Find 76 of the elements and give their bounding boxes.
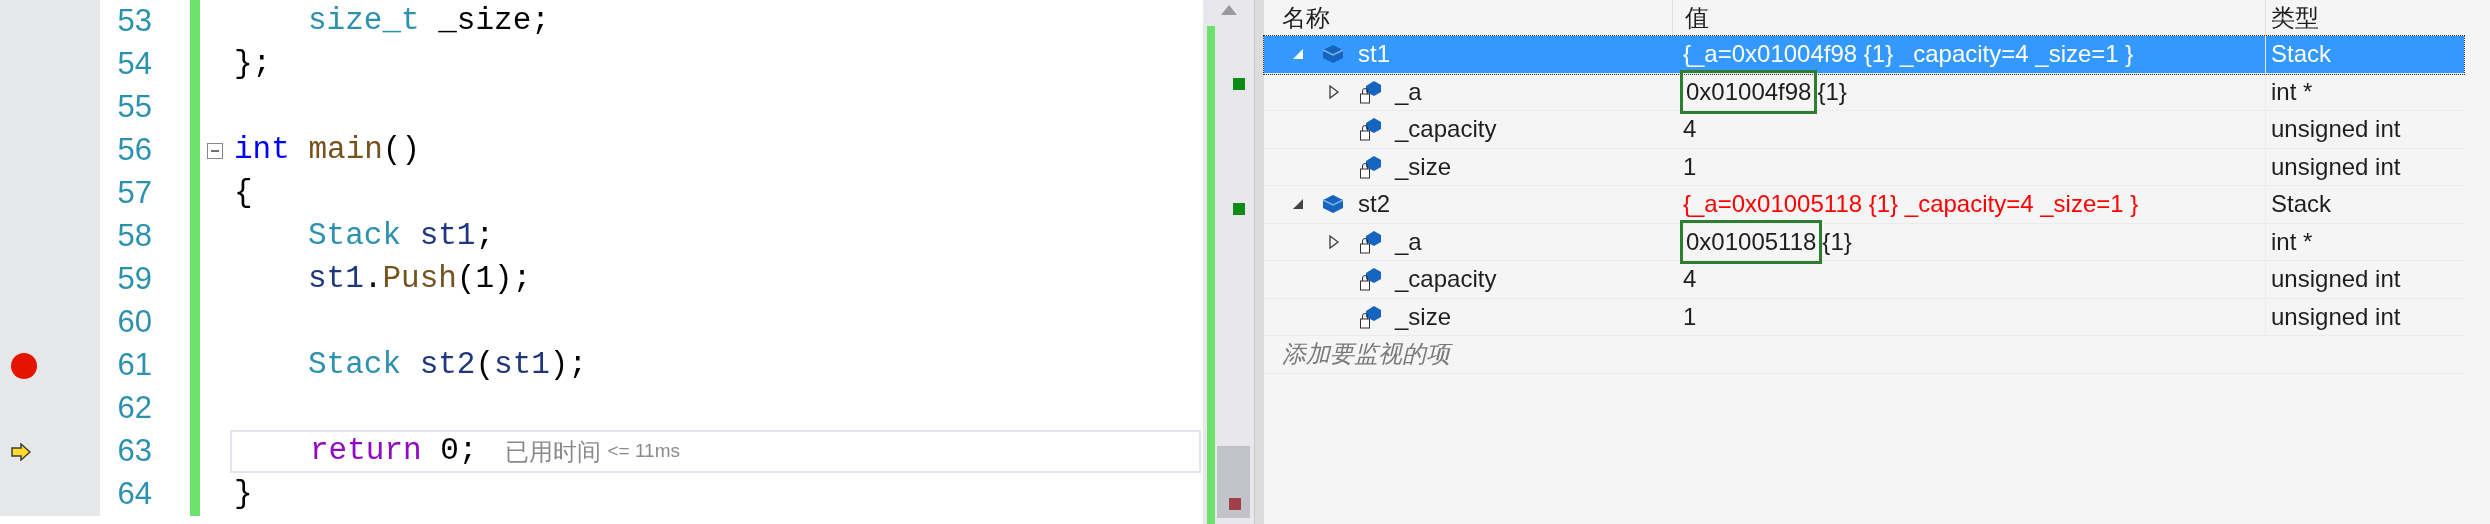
- variable-value: 1: [1682, 301, 1698, 332]
- variable-name: st1: [1358, 39, 1390, 70]
- variable-value: {_a=0x01004f98 {1} _capacity=4 _size=1 }: [1682, 39, 2135, 70]
- locked-field-icon: [1359, 79, 1381, 104]
- hint-label: 已用时间: [505, 436, 602, 467]
- collapse-icon[interactable]: [207, 142, 223, 159]
- cube-icon: [1322, 44, 1344, 65]
- locked-field-icon: [1359, 229, 1381, 254]
- code-text: Stack st1;: [307, 217, 495, 256]
- variable-value: 1: [1682, 151, 1698, 182]
- code-text: };: [234, 45, 272, 84]
- watch-row[interactable]: _capacity 4 unsigned int: [1264, 261, 2464, 299]
- expanded-icon[interactable]: [1292, 198, 1304, 211]
- breakpoint-icon[interactable]: [10, 351, 38, 380]
- change-bar: [190, 473, 200, 516]
- watch-row[interactable]: _size 1 unsigned int: [1264, 298, 2464, 336]
- code-text: Stack st2(st1);: [307, 346, 588, 385]
- variable-name: _capacity: [1395, 264, 1497, 295]
- locked-field-icon: [1359, 304, 1381, 329]
- watch-row[interactable]: st2 {_a=0x01005118 {1} _capacity=4 _size=1 } Stack: [1264, 186, 2464, 224]
- cube-icon: [1322, 194, 1344, 215]
- variable-name: _capacity: [1395, 114, 1497, 145]
- type-cell: unsigned int: [2265, 298, 2464, 335]
- line-number: 64: [116, 475, 153, 514]
- collapsed-icon[interactable]: [1329, 234, 1339, 249]
- code-text: {: [234, 174, 253, 213]
- change-marker: [1233, 78, 1245, 90]
- code-text: int main(): [234, 131, 421, 170]
- line-number: 58: [116, 217, 153, 256]
- code-text: size_t _size;: [307, 2, 550, 41]
- variable-value: {_a=0x01005118 {1} _capacity=4 _size=1 }: [1682, 189, 2140, 220]
- elapsed-time: <= 11ms: [607, 439, 680, 464]
- line-number: 56: [116, 131, 153, 170]
- locked-field-icon: [1359, 154, 1381, 179]
- value-detail: {1}: [1817, 76, 1847, 107]
- code-text: st1.Push(1);: [307, 260, 532, 299]
- variable-name: _size: [1395, 301, 1452, 332]
- line-number: 59: [116, 260, 153, 299]
- line-number: 54: [116, 45, 153, 84]
- code-text: }: [234, 475, 253, 514]
- locked-field-icon: [1359, 117, 1381, 142]
- watch-row[interactable]: _size 1 unsigned int: [1264, 148, 2464, 186]
- variable-value: 4: [1682, 264, 1698, 295]
- value-detail: {1}: [1822, 226, 1852, 257]
- position-marker: [1229, 498, 1241, 510]
- variable-name: _a: [1395, 226, 1422, 257]
- watch-row[interactable]: _capacity 4 unsigned int: [1264, 111, 2464, 149]
- column-header[interactable]: 名称: [1264, 0, 1672, 36]
- line-number: 63: [116, 432, 153, 471]
- line-number: 62: [116, 389, 153, 428]
- line-number: 55: [116, 88, 153, 127]
- line-number: 53: [116, 2, 153, 41]
- scroll-up-icon[interactable]: [1219, 4, 1238, 16]
- variable-name: _a: [1395, 76, 1422, 107]
- type-cell: int *: [2265, 73, 2464, 110]
- type-cell: Stack: [2265, 186, 2464, 223]
- variable-value: 4: [1682, 114, 1698, 145]
- type-cell: int *: [2265, 223, 2464, 260]
- variable-name: st2: [1358, 189, 1390, 220]
- variable-name: _size: [1395, 151, 1452, 182]
- type-cell: unsigned int: [2265, 261, 2464, 298]
- change-marker: [1233, 203, 1245, 215]
- type-cell: unsigned int: [2265, 111, 2464, 148]
- collapsed-icon[interactable]: [1329, 84, 1339, 99]
- variable-value: 0x01005118: [1680, 219, 1823, 264]
- change-bar: [190, 0, 200, 43]
- variable-value: 0x01004f98: [1680, 69, 1818, 114]
- watch-row[interactable]: _a 0x01005118 {1} int *: [1264, 223, 2464, 261]
- code-text: return 0;: [309, 432, 478, 471]
- line-number: 60: [116, 303, 153, 342]
- line-number: 57: [116, 174, 153, 213]
- line-number: 61: [116, 346, 153, 385]
- locked-field-icon: [1359, 267, 1381, 292]
- type-cell: unsigned int: [2265, 148, 2464, 185]
- watch-row[interactable]: _a 0x01004f98 {1} int *: [1264, 73, 2464, 111]
- scrollbar-thumb[interactable]: [1217, 446, 1250, 518]
